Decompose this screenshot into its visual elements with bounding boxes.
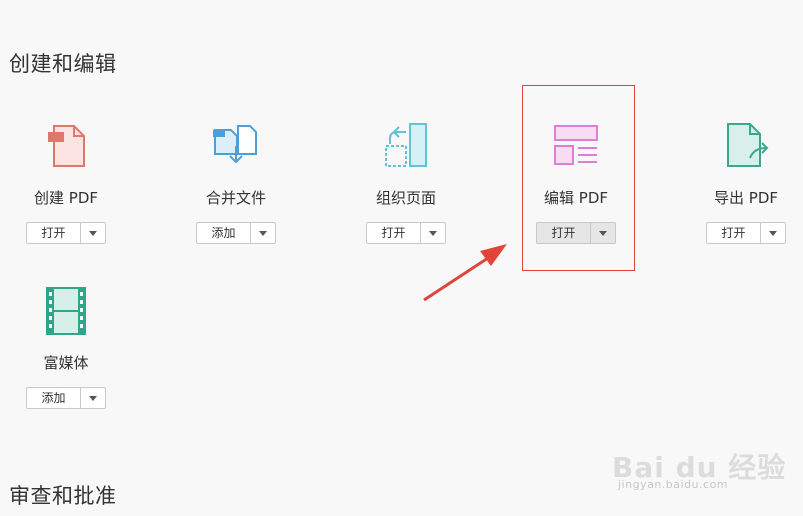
create-pdf-dropdown-button[interactable] xyxy=(81,223,105,243)
chevron-down-icon xyxy=(89,395,97,401)
tool-create-pdf[interactable]: 创建 PDF 打开 xyxy=(0,120,136,244)
chevron-down-icon xyxy=(769,230,777,236)
open-button-group: 打开 xyxy=(706,222,786,244)
chevron-down-icon xyxy=(429,230,437,236)
tool-rich-media[interactable]: 富媒体 添加 xyxy=(0,285,136,409)
rich-media-add-button[interactable]: 添加 xyxy=(27,388,81,408)
rich-media-icon xyxy=(46,287,86,335)
tool-label: 组织页面 xyxy=(375,189,436,207)
open-button-group: 打开 xyxy=(366,222,446,244)
combine-files-add-button[interactable]: 添加 xyxy=(197,223,251,243)
tool-label: 创建 PDF xyxy=(34,189,98,207)
organize-pages-icon xyxy=(385,123,427,167)
export-pdf-dropdown-button[interactable] xyxy=(761,223,785,243)
create-pdf-icon xyxy=(48,125,85,167)
chevron-down-icon xyxy=(89,230,97,236)
organize-pages-dropdown-button[interactable] xyxy=(421,223,445,243)
section-title-review: 审查和批准 xyxy=(9,484,117,508)
add-button-group: 添加 xyxy=(196,222,276,244)
tool-label: 富媒体 xyxy=(43,354,89,372)
tool-organize-pages[interactable]: 组织页面 打开 xyxy=(336,120,476,244)
tool-export-pdf[interactable]: 导出 PDF 打开 xyxy=(676,120,803,244)
highlight-box xyxy=(522,85,635,271)
export-pdf-icon xyxy=(727,123,769,167)
combine-files-dropdown-button[interactable] xyxy=(251,223,275,243)
watermark-url: jingyan.baidu.com xyxy=(618,478,729,491)
tool-combine-files[interactable]: 合并文件 添加 xyxy=(166,120,306,244)
section-title-create-edit: 创建和编辑 xyxy=(9,52,117,76)
export-pdf-open-button[interactable]: 打开 xyxy=(707,223,761,243)
add-button-group: 添加 xyxy=(26,387,106,409)
chevron-down-icon xyxy=(259,230,267,236)
create-pdf-open-button[interactable]: 打开 xyxy=(27,223,81,243)
organize-pages-open-button[interactable]: 打开 xyxy=(367,223,421,243)
open-button-group: 打开 xyxy=(26,222,106,244)
rich-media-dropdown-button[interactable] xyxy=(81,388,105,408)
annotation-arrow-icon xyxy=(423,244,507,302)
tool-label: 合并文件 xyxy=(205,189,266,207)
tool-label: 导出 PDF xyxy=(714,189,778,207)
combine-files-icon xyxy=(213,125,257,164)
